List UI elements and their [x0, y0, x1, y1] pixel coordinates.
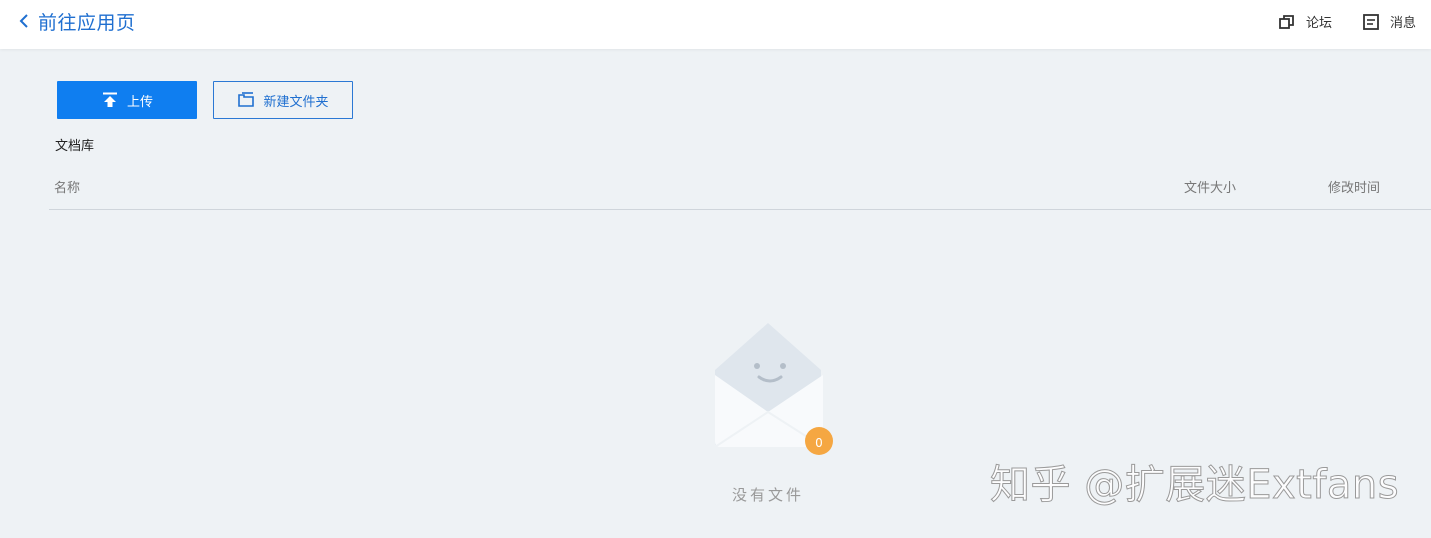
empty-badge-count: 0	[815, 436, 823, 450]
watermark: 知乎 @扩展迷Extfans	[989, 462, 1400, 509]
back-link-label: 前往应用页	[38, 11, 136, 34]
nav-forum-label: 论坛	[1305, 16, 1332, 31]
nav-messages-label: 消息	[1389, 16, 1416, 31]
nav-forum[interactable]: 论坛	[1278, 12, 1332, 31]
section-title: 文档库	[55, 139, 95, 154]
top-nav: 论坛 消息	[1248, 12, 1416, 31]
back-to-apps-link[interactable]: 前往应用页	[16, 8, 136, 34]
message-icon	[1363, 13, 1379, 30]
column-modified-time[interactable]: 修改时间	[1328, 177, 1380, 196]
new-folder-button[interactable]: 新建文件夹	[213, 81, 353, 119]
column-size[interactable]: 文件大小	[1184, 177, 1236, 196]
upload-button[interactable]: 上传	[57, 81, 197, 119]
upload-button-label: 上传	[126, 94, 153, 110]
external-window-icon	[1279, 14, 1294, 29]
chevron-left-icon	[19, 14, 28, 28]
top-bar: 前往应用页 论坛 消息	[0, 0, 1431, 49]
upload-icon	[102, 92, 117, 107]
column-name[interactable]: 名称	[54, 177, 80, 196]
nav-messages[interactable]: 消息	[1362, 12, 1416, 31]
table-header: 名称 文件大小 修改时间	[49, 170, 1431, 210]
toolbar: 上传 新建文件夹	[57, 81, 353, 119]
new-folder-button-label: 新建文件夹	[263, 94, 329, 110]
folder-icon	[238, 92, 255, 107]
